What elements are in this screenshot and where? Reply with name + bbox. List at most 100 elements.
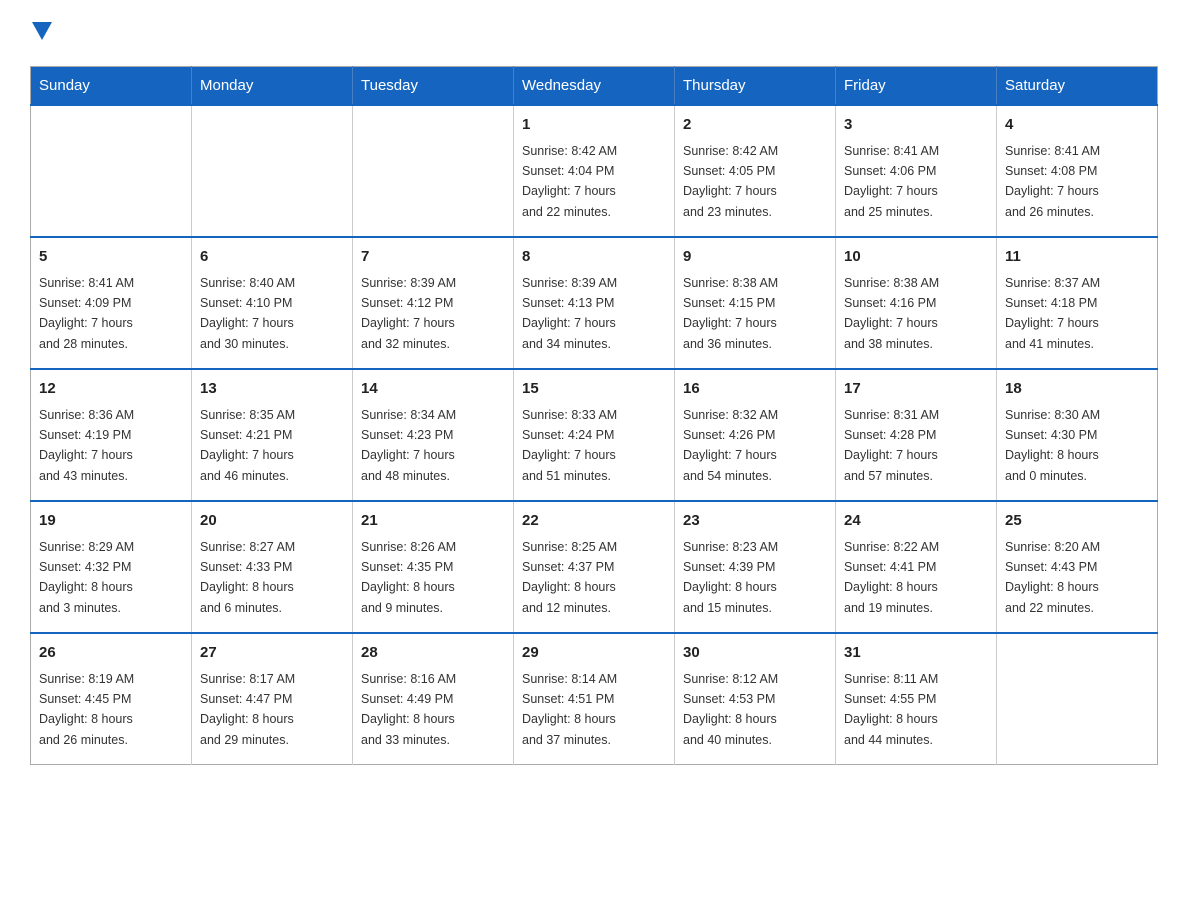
day-info: Sunrise: 8:39 AM Sunset: 4:12 PM Dayligh… (361, 276, 456, 351)
logo (30, 20, 52, 46)
day-number: 20 (200, 510, 344, 533)
day-info: Sunrise: 8:19 AM Sunset: 4:45 PM Dayligh… (39, 672, 134, 747)
day-number: 12 (39, 378, 183, 401)
empty-cell (31, 105, 192, 237)
day-cell-2: 2 Sunrise: 8:42 AM Sunset: 4:05 PM Daylig… (675, 105, 836, 237)
day-number: 13 (200, 378, 344, 401)
day-cell-28: 28 Sunrise: 8:16 AM Sunset: 4:49 PM Dayli… (353, 633, 514, 765)
day-info: Sunrise: 8:34 AM Sunset: 4:23 PM Dayligh… (361, 408, 456, 483)
day-info: Sunrise: 8:25 AM Sunset: 4:37 PM Dayligh… (522, 540, 617, 615)
weekday-header-sunday: Sunday (31, 67, 192, 106)
day-number: 27 (200, 642, 344, 665)
day-info: Sunrise: 8:23 AM Sunset: 4:39 PM Dayligh… (683, 540, 778, 615)
week-row-3: 12 Sunrise: 8:36 AM Sunset: 4:19 PM Dayli… (31, 369, 1158, 501)
day-number: 23 (683, 510, 827, 533)
empty-cell (353, 105, 514, 237)
day-info: Sunrise: 8:20 AM Sunset: 4:43 PM Dayligh… (1005, 540, 1100, 615)
day-cell-11: 11 Sunrise: 8:37 AM Sunset: 4:18 PM Dayli… (997, 237, 1158, 369)
day-cell-30: 30Sunrise: 8:12 AM Sunset: 4:53 PM Dayli… (675, 633, 836, 765)
day-info: Sunrise: 8:36 AM Sunset: 4:19 PM Dayligh… (39, 408, 134, 483)
day-cell-9: 9Sunrise: 8:38 AM Sunset: 4:15 PM Daylig… (675, 237, 836, 369)
day-cell-3: 3 Sunrise: 8:41 AM Sunset: 4:06 PM Daylig… (836, 105, 997, 237)
day-number: 28 (361, 642, 505, 665)
weekday-header-wednesday: Wednesday (514, 67, 675, 106)
day-info: Sunrise: 8:41 AM Sunset: 4:06 PM Dayligh… (844, 144, 939, 219)
day-info: Sunrise: 8:30 AM Sunset: 4:30 PM Dayligh… (1005, 408, 1100, 483)
day-cell-31: 31 Sunrise: 8:11 AM Sunset: 4:55 PM Dayli… (836, 633, 997, 765)
day-cell-21: 21Sunrise: 8:26 AM Sunset: 4:35 PM Dayli… (353, 501, 514, 633)
day-number: 8 (522, 246, 666, 269)
weekday-header-friday: Friday (836, 67, 997, 106)
day-number: 11 (1005, 246, 1149, 269)
day-info: Sunrise: 8:22 AM Sunset: 4:41 PM Dayligh… (844, 540, 939, 615)
day-info: Sunrise: 8:12 AM Sunset: 4:53 PM Dayligh… (683, 672, 778, 747)
day-info: Sunrise: 8:14 AM Sunset: 4:51 PM Dayligh… (522, 672, 617, 747)
logo-triangle-icon (32, 22, 52, 40)
day-info: Sunrise: 8:11 AM Sunset: 4:55 PM Dayligh… (844, 672, 938, 747)
weekday-header-monday: Monday (192, 67, 353, 106)
day-info: Sunrise: 8:31 AM Sunset: 4:28 PM Dayligh… (844, 408, 939, 483)
day-number: 26 (39, 642, 183, 665)
day-number: 6 (200, 246, 344, 269)
empty-cell (192, 105, 353, 237)
weekday-header-saturday: Saturday (997, 67, 1158, 106)
day-number: 29 (522, 642, 666, 665)
logo-text (30, 20, 52, 46)
day-info: Sunrise: 8:42 AM Sunset: 4:04 PM Dayligh… (522, 144, 617, 219)
day-number: 14 (361, 378, 505, 401)
day-number: 3 (844, 114, 988, 137)
day-number: 17 (844, 378, 988, 401)
day-cell-6: 6Sunrise: 8:40 AM Sunset: 4:10 PM Daylig… (192, 237, 353, 369)
day-number: 16 (683, 378, 827, 401)
day-number: 25 (1005, 510, 1149, 533)
day-cell-12: 12 Sunrise: 8:36 AM Sunset: 4:19 PM Dayli… (31, 369, 192, 501)
day-cell-24: 24 Sunrise: 8:22 AM Sunset: 4:41 PM Dayli… (836, 501, 997, 633)
day-cell-22: 22 Sunrise: 8:25 AM Sunset: 4:37 PM Dayli… (514, 501, 675, 633)
calendar-table: SundayMondayTuesdayWednesdayThursdayFrid… (30, 66, 1158, 765)
day-number: 7 (361, 246, 505, 269)
day-cell-29: 29 Sunrise: 8:14 AM Sunset: 4:51 PM Dayli… (514, 633, 675, 765)
week-row-2: 5 Sunrise: 8:41 AM Sunset: 4:09 PM Daylig… (31, 237, 1158, 369)
day-cell-5: 5 Sunrise: 8:41 AM Sunset: 4:09 PM Daylig… (31, 237, 192, 369)
day-number: 5 (39, 246, 183, 269)
day-cell-20: 20 Sunrise: 8:27 AM Sunset: 4:33 PM Dayli… (192, 501, 353, 633)
day-number: 10 (844, 246, 988, 269)
day-info: Sunrise: 8:35 AM Sunset: 4:21 PM Dayligh… (200, 408, 295, 483)
weekday-header-tuesday: Tuesday (353, 67, 514, 106)
day-cell-14: 14 Sunrise: 8:34 AM Sunset: 4:23 PM Dayli… (353, 369, 514, 501)
day-cell-18: 18Sunrise: 8:30 AM Sunset: 4:30 PM Dayli… (997, 369, 1158, 501)
day-number: 9 (683, 246, 827, 269)
day-cell-7: 7 Sunrise: 8:39 AM Sunset: 4:12 PM Daylig… (353, 237, 514, 369)
day-cell-16: 16Sunrise: 8:32 AM Sunset: 4:26 PM Dayli… (675, 369, 836, 501)
day-cell-27: 27Sunrise: 8:17 AM Sunset: 4:47 PM Dayli… (192, 633, 353, 765)
day-number: 19 (39, 510, 183, 533)
day-cell-15: 15 Sunrise: 8:33 AM Sunset: 4:24 PM Dayli… (514, 369, 675, 501)
day-info: Sunrise: 8:16 AM Sunset: 4:49 PM Dayligh… (361, 672, 456, 747)
day-cell-25: 25 Sunrise: 8:20 AM Sunset: 4:43 PM Dayli… (997, 501, 1158, 633)
day-cell-17: 17 Sunrise: 8:31 AM Sunset: 4:28 PM Dayli… (836, 369, 997, 501)
day-info: Sunrise: 8:39 AM Sunset: 4:13 PM Dayligh… (522, 276, 617, 351)
day-info: Sunrise: 8:38 AM Sunset: 4:16 PM Dayligh… (844, 276, 939, 351)
day-number: 31 (844, 642, 988, 665)
day-number: 15 (522, 378, 666, 401)
day-info: Sunrise: 8:33 AM Sunset: 4:24 PM Dayligh… (522, 408, 617, 483)
empty-cell (997, 633, 1158, 765)
day-cell-10: 10 Sunrise: 8:38 AM Sunset: 4:16 PM Dayli… (836, 237, 997, 369)
day-number: 1 (522, 114, 666, 137)
week-row-5: 26 Sunrise: 8:19 AM Sunset: 4:45 PM Dayli… (31, 633, 1158, 765)
week-row-1: 1 Sunrise: 8:42 AM Sunset: 4:04 PM Daylig… (31, 105, 1158, 237)
day-cell-13: 13 Sunrise: 8:35 AM Sunset: 4:21 PM Dayli… (192, 369, 353, 501)
day-number: 4 (1005, 114, 1149, 137)
week-row-4: 19 Sunrise: 8:29 AM Sunset: 4:32 PM Dayli… (31, 501, 1158, 633)
day-info: Sunrise: 8:42 AM Sunset: 4:05 PM Dayligh… (683, 144, 778, 219)
day-info: Sunrise: 8:41 AM Sunset: 4:08 PM Dayligh… (1005, 144, 1100, 219)
day-info: Sunrise: 8:37 AM Sunset: 4:18 PM Dayligh… (1005, 276, 1100, 351)
day-info: Sunrise: 8:27 AM Sunset: 4:33 PM Dayligh… (200, 540, 295, 615)
day-number: 22 (522, 510, 666, 533)
day-number: 2 (683, 114, 827, 137)
day-number: 24 (844, 510, 988, 533)
day-info: Sunrise: 8:26 AM Sunset: 4:35 PM Dayligh… (361, 540, 456, 615)
day-info: Sunrise: 8:29 AM Sunset: 4:32 PM Dayligh… (39, 540, 134, 615)
day-info: Sunrise: 8:41 AM Sunset: 4:09 PM Dayligh… (39, 276, 134, 351)
day-cell-19: 19 Sunrise: 8:29 AM Sunset: 4:32 PM Dayli… (31, 501, 192, 633)
